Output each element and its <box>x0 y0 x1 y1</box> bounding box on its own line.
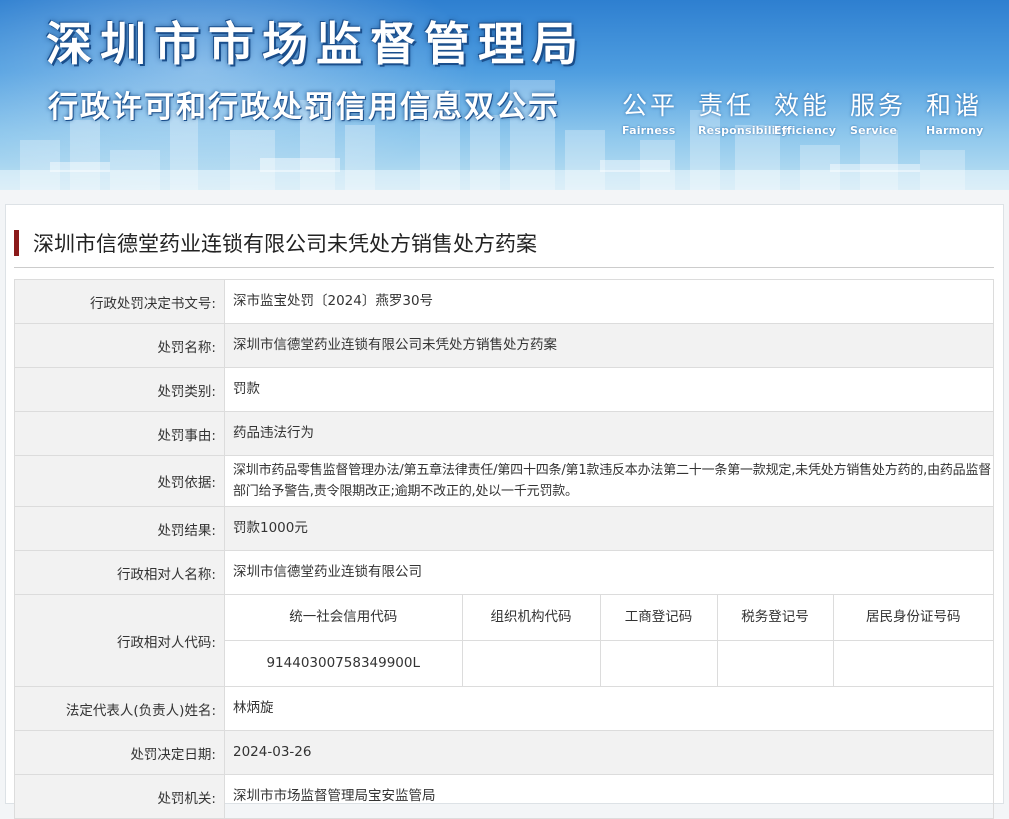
reason-value: 药品违法行为 <box>224 411 994 456</box>
banner-title: 深圳市市场监督管理局 <box>46 17 586 71</box>
code-value <box>599 640 718 686</box>
motto-item: 和谐 Harmony <box>926 86 1002 137</box>
motto-zh: 责任 <box>698 91 755 120</box>
motto-en: Efficiency <box>774 124 837 137</box>
motto-en: Harmony <box>926 124 984 137</box>
header-banner: 深圳市市场监督管理局 行政许可和行政处罚信用信息双公示 公平 Fairness 责… <box>0 0 1009 190</box>
heading-divider <box>14 267 994 268</box>
motto-en: Fairness <box>622 124 676 137</box>
case-heading: 深圳市信德堂药业连锁有限公司未凭处方销售处方药案 <box>14 229 537 257</box>
name-label: 处罚名称: <box>14 323 225 368</box>
table-row: 处罚决定日期: 2024-03-26 <box>14 730 994 775</box>
code-header: 统一社会信用代码 <box>225 595 463 641</box>
table-row: 行政相对人代码: 统一社会信用代码 组织机构代码 工商登记码 税务登记号 居民身… <box>14 594 994 687</box>
basis-value: 深圳市药品零售监督管理办法/第五章法律责任/第四十四条/第1款违反本办法第二十一… <box>224 455 994 507</box>
category-label: 处罚类别: <box>14 367 225 412</box>
result-label: 处罚结果: <box>14 506 225 551</box>
party-code-header-row: 统一社会信用代码 组织机构代码 工商登记码 税务登记号 居民身份证号码 <box>225 595 993 641</box>
code-header: 组织机构代码 <box>461 595 601 641</box>
code-value <box>832 640 993 686</box>
code-value <box>461 640 601 686</box>
legal-rep-label: 法定代表人(负责人)姓名: <box>14 686 225 731</box>
authority-label: 处罚机关: <box>14 774 225 819</box>
heading-accent-bar <box>14 230 19 256</box>
table-row: 处罚结果: 罚款1000元 <box>14 506 994 551</box>
code-header: 工商登记码 <box>599 595 718 641</box>
table-row: 法定代表人(负责人)姓名: 林炳旋 <box>14 686 994 731</box>
motto-zh: 效能 <box>774 91 831 120</box>
motto-item: 责任 Responsibility <box>698 86 789 137</box>
legal-rep-value: 林炳旋 <box>224 686 994 731</box>
basis-label: 处罚依据: <box>14 455 225 507</box>
page-title: 深圳市信德堂药业连锁有限公司未凭处方销售处方药案 <box>33 232 537 256</box>
code-header: 税务登记号 <box>716 595 834 641</box>
code-header: 居民身份证号码 <box>832 595 993 641</box>
party-name-label: 行政相对人名称: <box>14 550 225 595</box>
code-value: 91440300758349900L <box>225 640 463 686</box>
table-row: 处罚类别: 罚款 <box>14 367 994 412</box>
party-code-table: 统一社会信用代码 组织机构代码 工商登记码 税务登记号 居民身份证号码 9144… <box>225 595 993 686</box>
banner-subtitle: 行政许可和行政处罚信用信息双公示 <box>48 90 560 125</box>
table-row: 处罚名称: 深圳市信德堂药业连锁有限公司未凭处方销售处方药案 <box>14 323 994 368</box>
date-value: 2024-03-26 <box>224 730 994 775</box>
case-detail-panel: 深圳市信德堂药业连锁有限公司未凭处方销售处方药案 行政处罚决定书文号: 深市监宝… <box>5 204 1004 819</box>
motto-zh: 服务 <box>850 91 907 120</box>
motto-item: 公平 Fairness <box>622 86 698 137</box>
motto-item: 服务 Service <box>850 86 926 137</box>
party-code-value-row: 91440300758349900L <box>225 640 993 686</box>
party-code-cell: 统一社会信用代码 组织机构代码 工商登记码 税务登记号 居民身份证号码 9144… <box>224 594 994 687</box>
table-row: 处罚依据: 深圳市药品零售监督管理办法/第五章法律责任/第四十四条/第1款违反本… <box>14 455 994 507</box>
table-row: 行政处罚决定书文号: 深市监宝处罚〔2024〕燕罗30号 <box>14 279 994 324</box>
authority-value: 深圳市市场监督管理局宝安监管局 <box>224 774 994 819</box>
doc-no-value: 深市监宝处罚〔2024〕燕罗30号 <box>224 279 994 324</box>
table-row: 处罚事由: 药品违法行为 <box>14 411 994 456</box>
motto-zh: 公平 <box>622 91 679 120</box>
category-value: 罚款 <box>224 367 994 412</box>
motto-en: Responsibility <box>698 124 789 137</box>
motto-zh: 和谐 <box>926 91 983 120</box>
table-row: 行政相对人名称: 深圳市信德堂药业连锁有限公司 <box>14 550 994 595</box>
party-code-label: 行政相对人代码: <box>14 594 225 687</box>
table-row: 处罚机关: 深圳市市场监督管理局宝安监管局 <box>14 774 994 819</box>
motto-item: 效能 Efficiency <box>774 86 850 137</box>
party-name-value: 深圳市信德堂药业连锁有限公司 <box>224 550 994 595</box>
banner-motto: 公平 Fairness 责任 Responsibility 效能 Efficiency… <box>622 86 1002 137</box>
code-value <box>716 640 834 686</box>
doc-no-label: 行政处罚决定书文号: <box>14 279 225 324</box>
case-info-table: 行政处罚决定书文号: 深市监宝处罚〔2024〕燕罗30号 处罚名称: 深圳市信德… <box>14 279 994 819</box>
motto-en: Service <box>850 124 898 137</box>
name-value: 深圳市信德堂药业连锁有限公司未凭处方销售处方药案 <box>224 323 994 368</box>
reason-label: 处罚事由: <box>14 411 225 456</box>
date-label: 处罚决定日期: <box>14 730 225 775</box>
result-value: 罚款1000元 <box>224 506 994 551</box>
